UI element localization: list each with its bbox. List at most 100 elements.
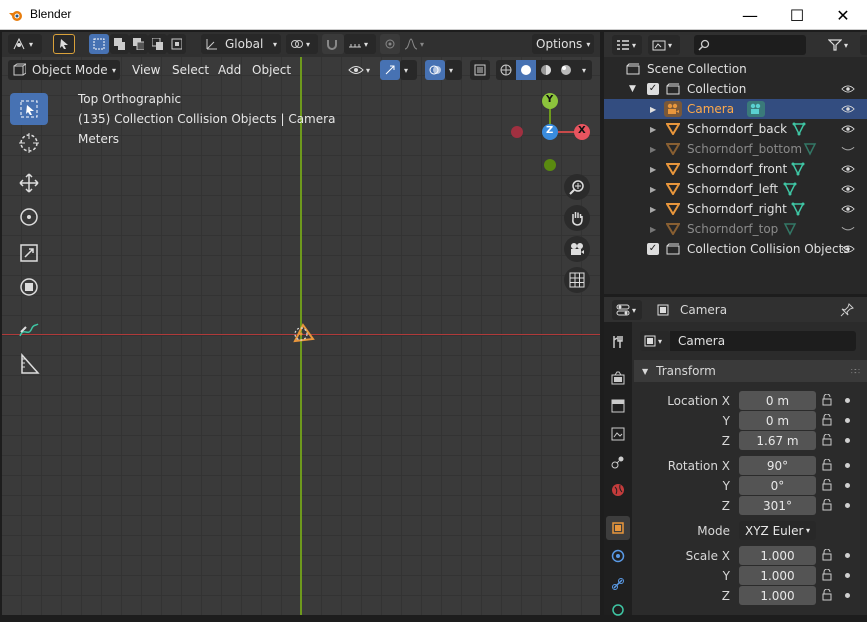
rotation-x-field[interactable]: 90° (739, 456, 816, 475)
wireframe-shading-button[interactable] (496, 64, 516, 76)
lock-icon[interactable] (821, 394, 833, 406)
gizmo-dropdown[interactable]: ▾ (400, 60, 417, 80)
location-y-field[interactable]: 0 m (739, 411, 816, 430)
select-tweak-tool[interactable] (53, 34, 75, 54)
outliner-row-collision-collection[interactable]: ✓ Collection Collision Objects (604, 239, 867, 259)
tab-tool[interactable] (606, 330, 630, 354)
tab-scene[interactable] (606, 450, 630, 474)
tab-world[interactable] (606, 478, 630, 502)
outliner-row-mesh[interactable]: ▶ Schorndorf_front (604, 159, 867, 179)
eye-icon[interactable] (841, 84, 855, 94)
outliner-row-mesh[interactable]: ▶ Schorndorf_left (604, 179, 867, 199)
lock-icon[interactable] (821, 479, 833, 491)
measure-tool[interactable] (10, 348, 48, 380)
outliner-row-camera[interactable]: ▶ Camera (604, 99, 867, 119)
location-z-field[interactable]: 1.67 m (739, 431, 816, 450)
scale-y-field[interactable]: 1.000 (739, 566, 816, 585)
zoom-button[interactable] (564, 174, 590, 200)
tab-constraints[interactable] (606, 572, 630, 596)
rotation-z-field[interactable]: 301° (739, 496, 816, 515)
rotation-y-field[interactable]: 0° (739, 476, 816, 495)
lock-icon[interactable] (821, 569, 833, 581)
expand-arrow-icon[interactable]: ▶ (650, 125, 656, 134)
options-dropdown[interactable]: Options ▾ (532, 34, 594, 54)
menu-view[interactable]: View (127, 60, 165, 80)
mode-dropdown[interactable]: Object Mode ▾ (8, 60, 120, 80)
rendered-shading-button[interactable] (556, 64, 576, 76)
properties-editor-type-button[interactable]: ▾ (612, 300, 642, 320)
shading-dropdown[interactable]: ▾ (576, 66, 592, 75)
eye-icon[interactable] (841, 164, 855, 174)
keyframe-dot-icon[interactable] (845, 438, 850, 443)
eye-icon[interactable] (841, 244, 855, 254)
proportional-falloff-dropdown[interactable]: ▾ (400, 34, 432, 54)
material-shading-button[interactable] (536, 64, 556, 76)
close-button[interactable]: ✕ (820, 0, 866, 30)
keyframe-dot-icon[interactable] (845, 418, 850, 423)
overlays-dropdown[interactable]: ▾ (445, 60, 462, 80)
tab-physics[interactable] (606, 544, 630, 568)
outliner-row-mesh[interactable]: ▶ Schorndorf_top (604, 219, 867, 239)
rotate-tool[interactable] (10, 201, 48, 233)
pan-button[interactable] (564, 205, 590, 231)
transform-panel-header[interactable]: ▼ Transform ∷∷ (634, 360, 867, 382)
snap-toggle[interactable] (322, 34, 344, 54)
transform-orientation-dropdown[interactable]: Global ▾ (201, 34, 281, 54)
lock-icon[interactable] (821, 434, 833, 446)
tab-render[interactable] (606, 366, 630, 390)
lock-icon[interactable] (821, 499, 833, 511)
eye-icon[interactable] (841, 124, 855, 134)
expand-arrow-icon[interactable]: ▶ (650, 165, 656, 174)
tab-view-layer[interactable] (606, 422, 630, 446)
tab-object[interactable] (606, 516, 630, 540)
object-browse-button[interactable]: ▾ (640, 331, 670, 351)
select-box-tool[interactable] (10, 93, 48, 125)
object-name-field[interactable]: Camera (670, 331, 856, 351)
expand-arrow-icon[interactable]: ▶ (650, 145, 656, 154)
snap-target-dropdown[interactable]: ▾ (344, 34, 376, 54)
lock-icon[interactable] (821, 459, 833, 471)
outliner-row-mesh[interactable]: ▶ Schorndorf_bottom (604, 139, 867, 159)
checkbox-checked-icon[interactable]: ✓ (647, 83, 659, 95)
expand-arrow-icon[interactable]: ▶ (650, 185, 656, 194)
drag-handle-icon[interactable]: ∷∷ (851, 367, 860, 376)
menu-object[interactable]: Object (247, 60, 296, 80)
tab-data[interactable] (606, 598, 630, 622)
keyframe-dot-icon[interactable] (845, 573, 850, 578)
annotate-tool[interactable] (10, 313, 48, 345)
eye-icon[interactable] (841, 204, 855, 214)
keyframe-dot-icon[interactable] (845, 553, 850, 558)
outliner-search-input[interactable] (694, 35, 806, 55)
editor-type-button[interactable]: ▾ (8, 34, 42, 54)
rotation-mode-dropdown[interactable]: XYZ Euler ▾ (739, 521, 816, 540)
keyframe-dot-icon[interactable] (845, 398, 850, 403)
camera-object[interactable] (289, 321, 319, 349)
outliner-editor-type-button[interactable]: ▾ (612, 35, 642, 55)
camera-view-button[interactable] (564, 236, 590, 262)
lock-icon[interactable] (821, 414, 833, 426)
display-mode-dropdown[interactable]: ▾ (648, 35, 680, 55)
select-subtract-button[interactable] (129, 34, 148, 54)
overlays-toggle[interactable] (425, 60, 445, 80)
transform-tool[interactable] (10, 271, 48, 303)
outliner-row-collection[interactable]: ▼ ✓ Collection (604, 79, 867, 99)
minimize-button[interactable]: — (727, 0, 773, 30)
expand-arrow-icon[interactable]: ▼ (629, 84, 636, 94)
expand-arrow-icon[interactable]: ▶ (650, 205, 656, 214)
location-x-field[interactable]: 0 m (739, 391, 816, 410)
menu-select[interactable]: Select (167, 60, 214, 80)
menu-add[interactable]: Add (213, 60, 246, 80)
ortho-toggle-button[interactable] (564, 267, 590, 293)
maximize-button[interactable]: ☐ (774, 0, 820, 30)
keyframe-dot-icon[interactable] (845, 593, 850, 598)
visibility-dropdown[interactable]: ▾ (344, 60, 376, 80)
keyframe-dot-icon[interactable] (845, 463, 850, 468)
eye-hidden-icon[interactable] (841, 224, 855, 234)
select-intersect-button[interactable] (167, 34, 186, 54)
proportional-edit-toggle[interactable] (380, 34, 400, 54)
move-tool[interactable] (10, 167, 48, 199)
outliner-row-scene-collection[interactable]: Scene Collection (604, 59, 867, 79)
filter-dropdown[interactable]: ▾ (824, 35, 856, 55)
eye-icon[interactable] (841, 104, 855, 114)
3d-viewport[interactable]: ▾ Global ▾ ▾ ▾ ▾ Options ▾ Object Mode ▾… (2, 32, 600, 615)
